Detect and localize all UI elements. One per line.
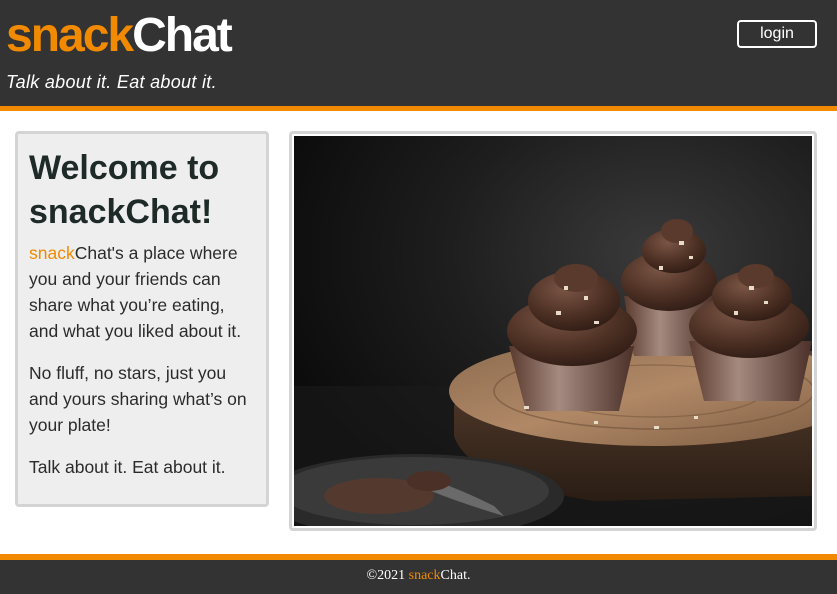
welcome-paragraph-1: snackChat's a place where you and your f… bbox=[29, 240, 256, 344]
site-logo[interactable]: snackChat bbox=[6, 8, 233, 64]
welcome-title: Welcome to snackChat! bbox=[29, 149, 220, 231]
hero-image-frame bbox=[289, 131, 817, 531]
brand-highlight: snack bbox=[29, 243, 75, 263]
footer-copyright: ©2021 bbox=[366, 568, 409, 583]
footer-brand-highlight: snack bbox=[408, 568, 441, 583]
site-header: snackChat Talk about it. Eat about it. l… bbox=[0, 0, 837, 106]
login-button[interactable]: login bbox=[737, 20, 817, 48]
site-tagline: Talk about it. Eat about it. bbox=[6, 72, 217, 92]
footer-brand-rest: Chat. bbox=[440, 568, 471, 583]
cupcakes-photo bbox=[294, 136, 812, 526]
header-accent-bar bbox=[0, 106, 837, 111]
welcome-panel: Welcome to snackChat! snackChat's a plac… bbox=[15, 131, 269, 507]
logo-snack: snack bbox=[6, 9, 134, 62]
site-footer: ©2021 snackChat. bbox=[0, 560, 837, 594]
welcome-paragraph-3: Talk about it. Eat about it. bbox=[29, 457, 226, 477]
logo-chat: Chat bbox=[132, 9, 233, 62]
welcome-paragraph-2: No fluff, no stars, just you and yours s… bbox=[29, 363, 247, 435]
